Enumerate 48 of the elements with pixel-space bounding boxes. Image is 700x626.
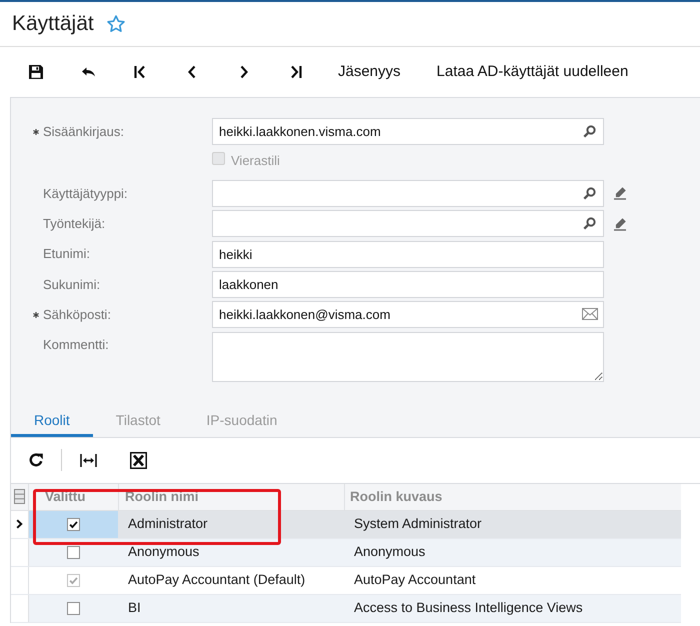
field-label: Työntekijä: <box>43 214 106 233</box>
search-icon[interactable] <box>583 125 596 138</box>
field-label: Sisäänkirjaus: <box>43 122 124 141</box>
comment-field[interactable] <box>212 332 604 382</box>
checkbox-label: Vierastili <box>231 152 280 170</box>
fit-width-icon[interactable] <box>80 452 97 468</box>
table-row[interactable]: Anonymous Anonymous <box>11 538 681 567</box>
field-label: Sähköposti: <box>43 306 111 324</box>
table-cell-text: BI <box>127 599 142 618</box>
save-icon[interactable] <box>28 64 44 80</box>
checkbox[interactable] <box>67 518 80 531</box>
text-field[interactable]: laakkonen <box>212 270 604 298</box>
checkbox[interactable] <box>67 546 80 559</box>
table-cell-text: Anonymous <box>127 543 200 562</box>
table-cell-text: AutoPay Accountant <box>353 571 477 590</box>
first-page-icon[interactable] <box>132 64 148 80</box>
excel-export-icon[interactable] <box>130 452 147 469</box>
email-field[interactable]: heikki.laakkonen@visma.com <box>212 301 604 328</box>
envelope-icon[interactable] <box>582 308 598 320</box>
lookup-field[interactable]: heikki.laakkonen.visma.com <box>212 118 604 145</box>
last-page-icon[interactable] <box>288 64 304 80</box>
page-title: Käyttäjät <box>12 11 94 38</box>
search-icon[interactable] <box>583 186 596 200</box>
field-label: Etunimi: <box>43 245 90 264</box>
toolbar-button[interactable]: Lataa AD-käyttäjät uudelleen <box>436 60 628 84</box>
table-cell-text: System Administrator <box>353 515 483 534</box>
lookup-field[interactable] <box>212 180 604 207</box>
field-label: Käyttäjätyyppi: <box>43 184 128 203</box>
table-cell-text: Administrator <box>127 515 209 534</box>
tab[interactable]: Roolit <box>11 404 93 437</box>
toolbar-button[interactable]: Jäsenyys <box>338 60 401 84</box>
table-cell-text: Access to Business Intelligence Views <box>353 599 584 618</box>
current-row-icon <box>16 519 23 530</box>
table-row[interactable]: Administrator System Administrator <box>11 510 681 539</box>
pencil-icon[interactable] <box>613 216 627 231</box>
field-label: Kommentti: <box>43 336 109 354</box>
lookup-field[interactable] <box>212 210 604 238</box>
pencil-icon[interactable] <box>613 186 627 200</box>
table-cell-text: AutoPay Accountant (Default) <box>127 571 306 590</box>
table-cell-text: Anonymous <box>353 543 426 562</box>
checkbox[interactable] <box>67 602 80 615</box>
rows-icon[interactable] <box>14 489 25 504</box>
text-field[interactable]: heikki <box>212 240 604 268</box>
star-icon[interactable] <box>106 14 126 34</box>
refresh-icon[interactable] <box>28 452 44 468</box>
table-row[interactable]: BI Access to Business Intelligence Views <box>11 594 681 623</box>
search-icon[interactable] <box>583 217 596 230</box>
field-label: Sukunimi: <box>43 276 100 294</box>
